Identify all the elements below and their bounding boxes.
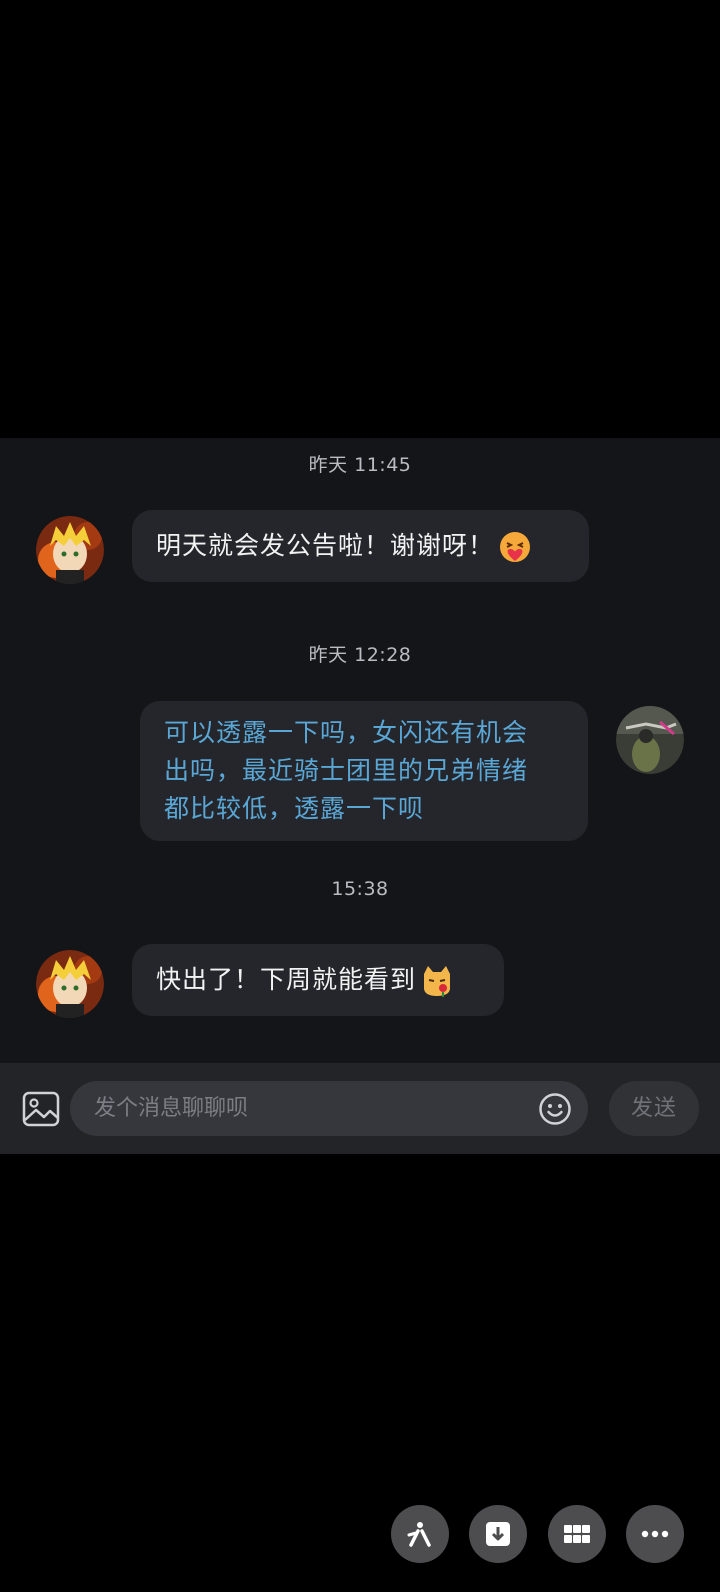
timestamp: 昨天 12:28 [308,644,412,666]
download-button[interactable] [469,1505,527,1563]
share-icon [407,1522,431,1547]
chat-panel: 昨天 11:45 明天就会发公告啦！谢谢呀！ 昨天 12:28 可以透露一下吗，… [0,438,720,1063]
message-bubble-received[interactable]: 快出了！下周就能看到 [132,944,504,1016]
contact-avatar[interactable] [36,950,104,1018]
grid-button[interactable] [548,1505,606,1563]
message-bubble-sent[interactable]: 可以透露一下吗，女闪还有机会 出吗，最近骑士团里的兄弟情绪 都比较低，透露一下呗 [140,701,588,841]
cat-rose-emoji-icon [420,964,454,998]
message-line: 出吗，最近骑士团里的兄弟情绪 [164,756,529,785]
send-button[interactable]: 发送 [609,1081,699,1136]
self-avatar[interactable] [616,706,684,774]
message-line: 都比较低，透露一下呗 [164,794,425,823]
emoji-picker-button[interactable] [538,1092,572,1126]
message-input-bar: 发送 [0,1063,720,1154]
download-icon [486,1522,510,1546]
share-button[interactable] [391,1505,449,1563]
message-text: 快出了！下周就能看到 [156,965,417,994]
message-text: 明天就会发公告啦！谢谢呀！ [156,531,495,560]
image-icon [22,1091,60,1127]
contact-avatar[interactable] [36,516,104,584]
message-input[interactable] [70,1081,588,1136]
more-button[interactable] [626,1505,684,1563]
smiley-icon [539,1093,571,1125]
message-line: 可以透露一下吗，女闪还有机会 [164,718,529,747]
heart-hug-emoji-icon [498,530,532,564]
image-picker-button[interactable] [22,1090,60,1128]
more-icon [641,1530,669,1538]
message-bubble-received[interactable]: 明天就会发公告啦！谢谢呀！ [132,510,589,582]
timestamp: 15:38 [331,878,389,900]
timestamp: 昨天 11:45 [308,454,412,476]
grid-icon [564,1525,590,1543]
